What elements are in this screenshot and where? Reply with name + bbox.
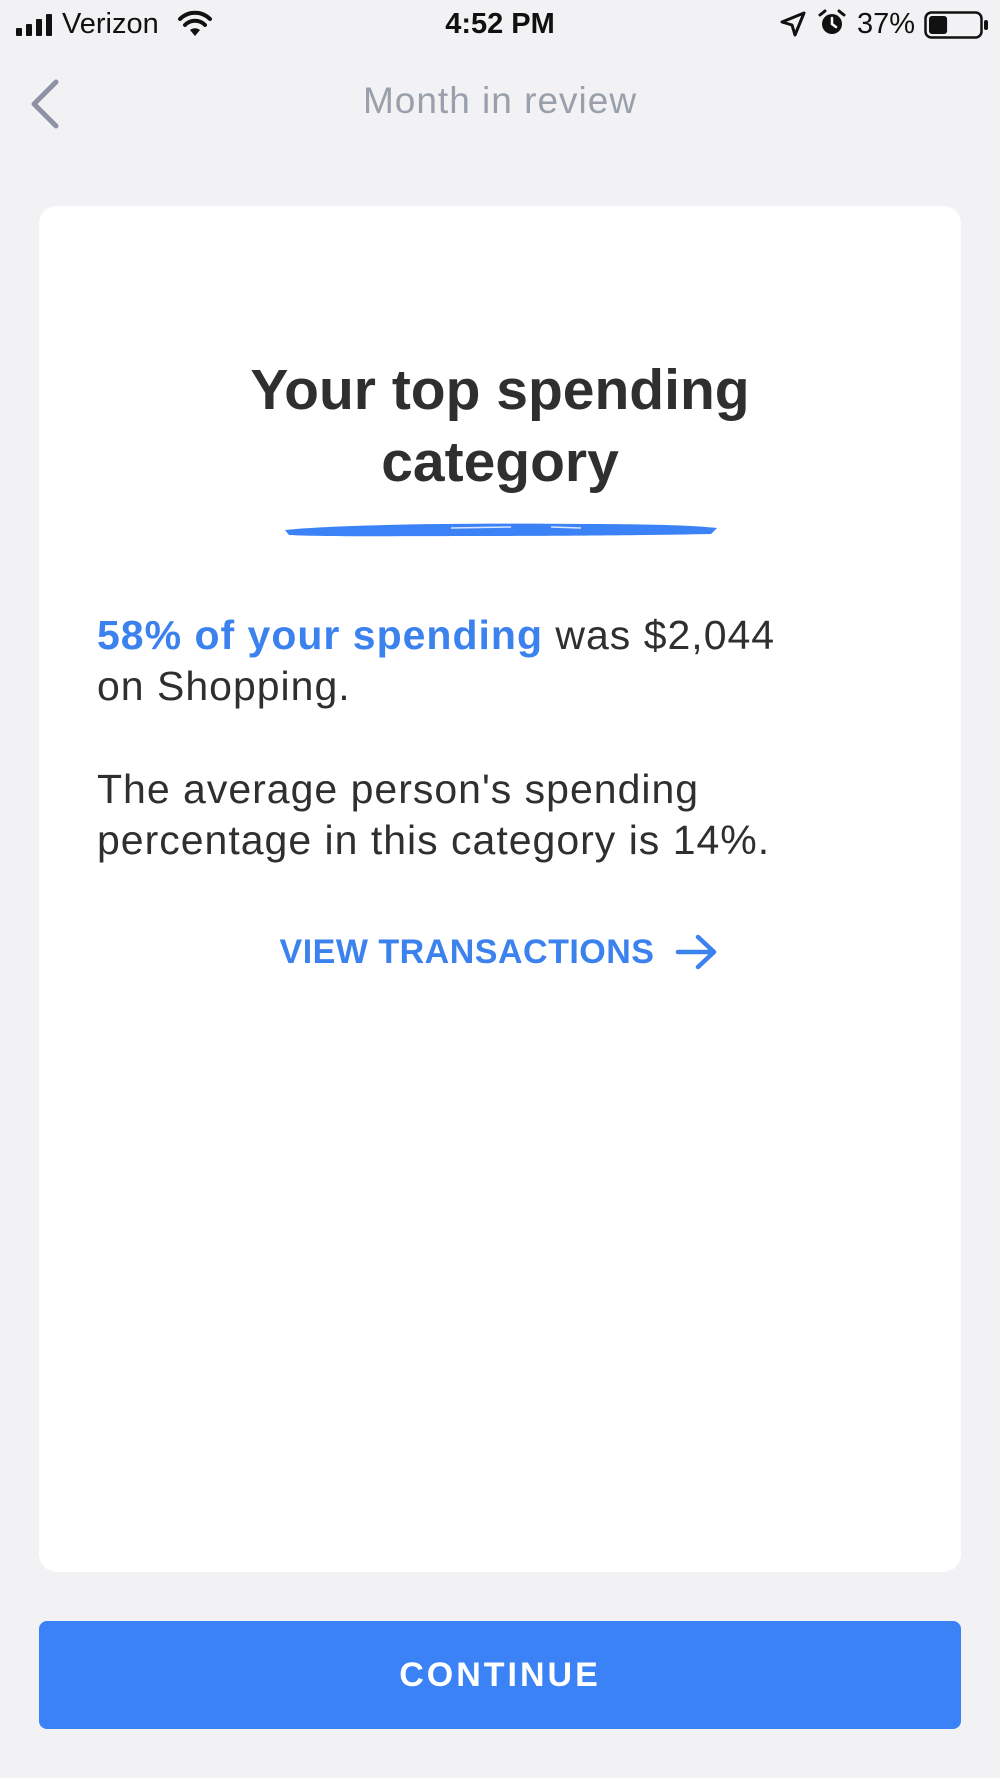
stat-category-text: on Shopping. [97, 663, 351, 709]
card-heading-line1: Your top spending [250, 358, 750, 422]
spending-percent-highlight: 58% of your spending [97, 612, 543, 658]
stat-amount-text: was $2,044 [543, 612, 776, 658]
battery-percent: 37% [857, 8, 916, 40]
battery-icon [924, 11, 988, 39]
page-title: Month in review [362, 80, 638, 121]
alarm-icon [818, 9, 846, 34]
card-heading-line2: category [381, 430, 619, 494]
brush-underline-decoration [285, 523, 717, 537]
continue-button-label: CONTINUE [399, 1655, 601, 1694]
average-line1: The average person's spending [97, 766, 700, 812]
status-time: 4:52 PM [445, 8, 555, 40]
summary-card: Your top spending category 58% of your s… [39, 206, 961, 1572]
card-heading: Your top spending category [39, 354, 961, 498]
top-category-stat: 58% of your spending was $2,044 on Shoppi… [97, 610, 917, 712]
arrow-right-icon [676, 934, 717, 970]
status-bar: Verizon 4:52 PM 37% [0, 0, 1000, 52]
location-icon [780, 11, 806, 37]
average-comparison: The average person's spending percentage … [97, 764, 917, 866]
average-line2: percentage in this category is 14%. [97, 817, 771, 863]
view-transactions-label: VIEW TRANSACTIONS [279, 932, 655, 971]
continue-button[interactable]: CONTINUE [39, 1621, 961, 1729]
view-transactions-link[interactable]: VIEW TRANSACTIONS [39, 932, 961, 972]
